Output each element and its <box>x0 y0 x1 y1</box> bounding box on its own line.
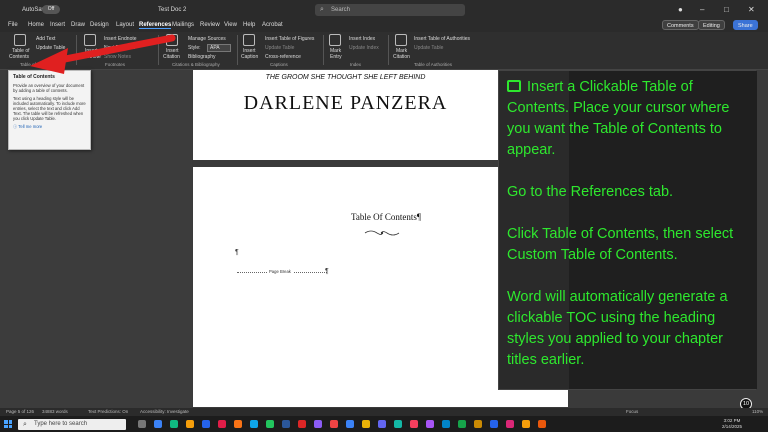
book-subtitle: THE GROOM SHE THOUGHT SHE LEFT BEHIND <box>265 74 426 81</box>
mark-citation-label-2[interactable]: Citation <box>393 54 410 60</box>
taskbar-search[interactable]: ⌕ Type here to search <box>18 419 126 430</box>
mark-entry-icon[interactable] <box>329 34 341 46</box>
system-clock[interactable]: 3:02 PM 2/14/2025 <box>722 418 742 430</box>
instruction-step-3: Click Table of Contents, then select Cus… <box>507 226 734 263</box>
instruction-overlay: Insert a Clickable Table of Contents. Pl… <box>498 70 757 390</box>
task-view-icon[interactable] <box>138 420 146 428</box>
group-authorities-label: Table of Authorities <box>414 62 453 67</box>
tell-me-more-label: Tell me more <box>18 124 43 129</box>
comments-button[interactable]: Comments <box>662 20 699 30</box>
paragraph-mark: ¶ <box>325 268 329 275</box>
close-icon[interactable]: ✕ <box>748 5 755 14</box>
text-predictions[interactable]: Text Predictions: On <box>88 409 128 414</box>
zoom-level[interactable]: 110% <box>752 409 763 414</box>
insert-caption-label-2[interactable]: Caption <box>241 54 258 60</box>
app-icon[interactable] <box>394 420 402 428</box>
search-icon: ⌕ <box>23 421 27 428</box>
folder-icon[interactable] <box>186 420 194 428</box>
app-icon[interactable] <box>522 420 530 428</box>
update-index-button[interactable]: Update Index <box>349 45 379 51</box>
tab-review[interactable]: Review <box>200 22 220 28</box>
app-icon[interactable] <box>426 420 434 428</box>
account-avatar-icon[interactable]: ● <box>678 5 683 14</box>
ribbon-divider <box>323 35 324 65</box>
group-index-label: Index <box>350 62 362 67</box>
insert-table-of-authorities-button[interactable]: Insert Table of Authorities <box>414 36 470 42</box>
windows-start-icon[interactable] <box>4 420 12 428</box>
update-table-figures-button[interactable]: Update Table <box>265 45 294 51</box>
ribbon-divider <box>388 35 389 65</box>
caption-icon[interactable] <box>243 34 255 46</box>
edge-icon[interactable] <box>202 420 210 428</box>
app-icon[interactable] <box>154 420 162 428</box>
app-icon[interactable] <box>442 420 450 428</box>
search-placeholder: Search <box>331 7 351 13</box>
editing-button[interactable]: Editing <box>698 20 725 30</box>
app-icon[interactable] <box>474 420 482 428</box>
app-icon[interactable] <box>410 420 418 428</box>
tell-me-more-link[interactable]: ⓘ Tell me more <box>13 124 86 130</box>
app-icon[interactable] <box>362 420 370 428</box>
app-icon[interactable] <box>378 420 386 428</box>
app-icon[interactable] <box>538 420 546 428</box>
page-count[interactable]: Page 5 of 126 <box>6 409 34 414</box>
app-icon[interactable] <box>330 420 338 428</box>
status-bar: Page 5 of 126 34883 words Text Predictio… <box>0 408 768 416</box>
insert-table-of-figures-button[interactable]: Insert Table of Figures <box>265 36 314 42</box>
tab-view[interactable]: View <box>224 22 237 28</box>
word-icon[interactable] <box>282 420 290 428</box>
instruction-step-1: Insert a Clickable Table of Contents. Pl… <box>507 77 747 161</box>
app-icon[interactable] <box>458 420 466 428</box>
group-captions-label: Captions <box>270 62 288 67</box>
word-count[interactable]: 34883 words <box>42 409 68 414</box>
accessibility-status[interactable]: Accessibility: Investigate <box>140 409 189 414</box>
app-icon[interactable] <box>170 420 178 428</box>
clock-date: 2/14/2025 <box>722 424 743 429</box>
app-icon[interactable] <box>234 420 242 428</box>
tab-acrobat[interactable]: Acrobat <box>262 22 283 28</box>
mark-citation-icon[interactable] <box>395 34 407 46</box>
screen: AutoSave Off Test Doc 2 ⌕ Search ● – □ ✕… <box>0 0 768 432</box>
red-arrow-annotation <box>30 34 176 74</box>
taskbar: ⌕ Type here to search 3:02 PM 2/14/2025 <box>0 416 768 432</box>
update-table-authorities-button[interactable]: Update Table <box>414 45 443 51</box>
cross-reference-button[interactable]: Cross-reference <box>265 54 301 60</box>
app-icon[interactable] <box>218 420 226 428</box>
app-icon[interactable] <box>250 420 258 428</box>
instruction-step-2: Go to the References tab. <box>507 184 674 200</box>
mark-entry-label-2[interactable]: Entry <box>330 54 342 60</box>
app-icon[interactable] <box>314 420 322 428</box>
ribbon-divider <box>237 35 238 65</box>
share-button[interactable]: Share <box>733 20 758 30</box>
tooltip-paragraph-2: Text using a heading style will be inclu… <box>13 96 86 121</box>
page-break-marker: Page Break <box>237 269 327 274</box>
app-icon[interactable] <box>506 420 514 428</box>
instruction-step-4: Word will automatically generate a click… <box>507 289 728 368</box>
instruction-text-1: Insert a Clickable Table of Contents. Pl… <box>507 79 730 158</box>
focus-button[interactable]: Focus <box>626 409 638 414</box>
toc-heading: Table Of Contents¶ <box>351 212 421 222</box>
page-break-label: Page Break <box>267 269 293 274</box>
style-dropdown[interactable]: APA <box>207 44 231 52</box>
table-of-contents-icon <box>507 80 521 92</box>
paragraph-mark: ¶ <box>235 249 239 256</box>
flourish-ornament-icon <box>364 230 400 236</box>
chrome-icon[interactable] <box>266 420 274 428</box>
tab-help[interactable]: Help <box>243 22 255 28</box>
search-icon: ⌕ <box>320 6 324 13</box>
app-icon[interactable] <box>490 420 498 428</box>
insert-index-button[interactable]: Insert Index <box>349 36 375 42</box>
taskbar-search-placeholder: Type here to search <box>34 421 88 427</box>
author-name: DARLENE PANZERA <box>243 92 448 114</box>
app-icon[interactable] <box>346 420 354 428</box>
maximize-icon[interactable]: □ <box>724 5 729 14</box>
minimize-icon[interactable]: – <box>700 5 704 14</box>
search-box[interactable]: ⌕ Search <box>315 4 465 16</box>
app-icon[interactable] <box>298 420 306 428</box>
